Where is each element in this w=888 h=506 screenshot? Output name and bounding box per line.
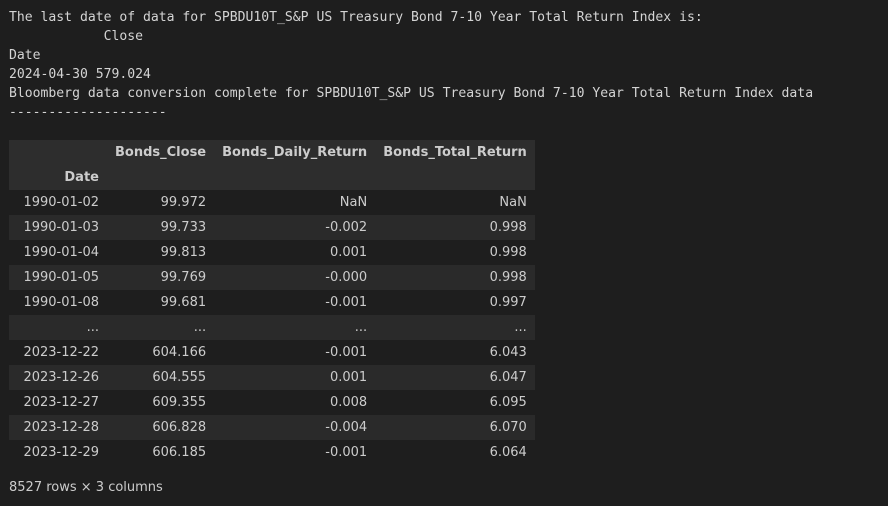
table-cell: -0.001	[214, 340, 376, 365]
table-cell: 0.001	[214, 240, 376, 265]
row-index-cell: 1990-01-04	[9, 240, 107, 265]
table-cell: 99.733	[107, 215, 215, 240]
table-cell: 0.008	[214, 390, 376, 415]
stdout-line: Close	[9, 29, 144, 44]
table-cell: 6.043	[375, 340, 535, 365]
table-cell: 6.064	[375, 440, 535, 465]
stdout-line: The last date of data for SPBDU10T_S&P U…	[9, 10, 703, 25]
table-cell: 0.997	[375, 290, 535, 315]
table-cell: 99.972	[107, 190, 215, 215]
table-cell: 606.185	[107, 440, 215, 465]
table-cell: -0.004	[214, 415, 376, 440]
table-cell: ...	[375, 315, 535, 340]
row-index-cell: 2023-12-22	[9, 340, 107, 365]
row-index-cell: 1990-01-05	[9, 265, 107, 290]
table-row: 1990-01-05 99.769 -0.000 0.998	[9, 265, 535, 290]
table-cell: 99.813	[107, 240, 215, 265]
table-row: ............	[9, 315, 535, 340]
empty-header-cell	[375, 165, 535, 190]
table-cell: 0.998	[375, 265, 535, 290]
table-cell: 99.681	[107, 290, 215, 315]
table-row: 2023-12-22 604.166 -0.001 6.043	[9, 340, 535, 365]
row-index-cell: 2023-12-28	[9, 415, 107, 440]
stdout-line: Bloomberg data conversion complete for S…	[9, 86, 814, 101]
table-cell: ...	[214, 315, 376, 340]
row-index-cell: 2023-12-27	[9, 390, 107, 415]
table-cell: 0.998	[375, 240, 535, 265]
table-cell: 6.095	[375, 390, 535, 415]
table-cell: 604.555	[107, 365, 215, 390]
dataframe-output: Bonds_Close Bonds_Daily_Return Bonds_Tot…	[9, 140, 535, 465]
row-index-cell: 1990-01-03	[9, 215, 107, 240]
table-row: 2023-12-27 609.355 0.008 6.095	[9, 390, 535, 415]
table-cell: 606.828	[107, 415, 215, 440]
table-row: 1990-01-03 99.733 -0.002 0.998	[9, 215, 535, 240]
index-corner-cell	[9, 140, 107, 165]
index-name-header: Date	[9, 165, 107, 190]
table-cell: 99.769	[107, 265, 215, 290]
column-header-row: Bonds_Close Bonds_Daily_Return Bonds_Tot…	[9, 140, 535, 165]
column-header: Bonds_Daily_Return	[214, 140, 376, 165]
empty-header-cell	[214, 165, 376, 190]
table-cell: 0.001	[214, 365, 376, 390]
table-row: 2023-12-28 606.828 -0.004 6.070	[9, 415, 535, 440]
row-index-cell: 2023-12-26	[9, 365, 107, 390]
stdout-line: --------------------	[9, 105, 167, 120]
empty-header-cell	[107, 165, 215, 190]
table-row: 1990-01-02 99.972 NaN NaN	[9, 190, 535, 215]
index-name-row: Date	[9, 165, 535, 190]
column-header: Bonds_Total_Return	[375, 140, 535, 165]
table-row: 2023-12-26 604.555 0.001 6.047	[9, 365, 535, 390]
table-cell: -0.002	[214, 215, 376, 240]
table-row: 2023-12-29 606.185 -0.001 6.064	[9, 440, 535, 465]
table-cell: -0.001	[214, 290, 376, 315]
table-cell: 6.047	[375, 365, 535, 390]
table-row: 1990-01-08 99.681 -0.001 0.997	[9, 290, 535, 315]
table-cell: 609.355	[107, 390, 215, 415]
dataframe-table: Bonds_Close Bonds_Daily_Return Bonds_Tot…	[9, 140, 535, 465]
stdout-line: 2024-04-30 579.024	[9, 67, 151, 82]
table-cell: 6.070	[375, 415, 535, 440]
stdout-line: Date	[9, 48, 41, 63]
dataframe-body: 1990-01-02 99.972 NaN NaN 1990-01-03 99.733 -0…	[9, 190, 535, 465]
table-cell: -0.000	[214, 265, 376, 290]
table-cell: ...	[107, 315, 215, 340]
row-index-cell: ...	[9, 315, 107, 340]
table-row: 1990-01-04 99.813 0.001 0.998	[9, 240, 535, 265]
column-header: Bonds_Close	[107, 140, 215, 165]
table-cell: -0.001	[214, 440, 376, 465]
row-index-cell: 1990-01-02	[9, 190, 107, 215]
table-cell: 604.166	[107, 340, 215, 365]
row-index-cell: 2023-12-29	[9, 440, 107, 465]
row-index-cell: 1990-01-08	[9, 290, 107, 315]
table-cell: NaN	[214, 190, 376, 215]
dataframe-shape-label: 8527 rows × 3 columns	[9, 480, 163, 495]
table-cell: NaN	[375, 190, 535, 215]
table-cell: 0.998	[375, 215, 535, 240]
cell-stdout: The last date of data for SPBDU10T_S&P U…	[9, 8, 813, 122]
